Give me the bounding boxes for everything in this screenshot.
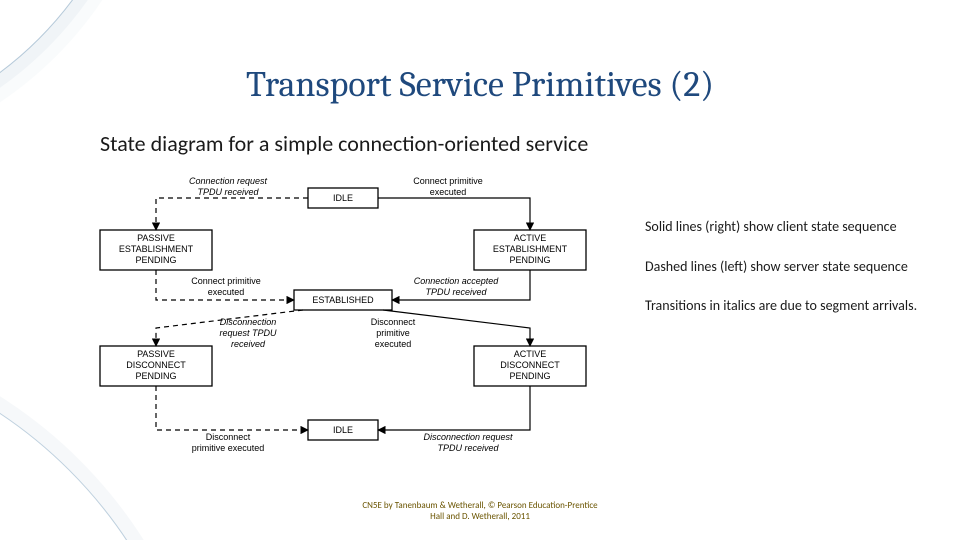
state-passive-est-l3: PENDING: [135, 255, 176, 265]
footer-credit: CN5E by Tanenbaum & Wetherall, © Pearson…: [0, 501, 960, 522]
svg-text:executed: executed: [375, 339, 412, 349]
state-active-disc-l2: DISCONNECT: [500, 360, 560, 370]
svg-text:executed: executed: [430, 187, 467, 197]
note-italics: Transitions in italics are due to segmen…: [645, 297, 935, 315]
state-passive-disc-l1: PASSIVE: [137, 349, 175, 359]
state-idle-top: IDLE: [333, 193, 353, 203]
svg-text:executed: executed: [208, 287, 245, 297]
slide-subtitle: State diagram for a simple connection-or…: [100, 130, 588, 157]
svg-text:received: received: [231, 339, 266, 349]
state-passive-est-l1: PASSIVE: [137, 233, 175, 243]
svg-text:Disconnect: Disconnect: [206, 432, 251, 442]
svg-text:Disconnect: Disconnect: [371, 317, 416, 327]
legend-notes: Solid lines (right) show client state se…: [645, 218, 935, 337]
note-dashed: Dashed lines (left) show server state se…: [645, 258, 935, 276]
state-passive-disc-l3: PENDING: [135, 371, 176, 381]
svg-text:Connection accepted: Connection accepted: [414, 276, 500, 286]
svg-text:TPDU received: TPDU received: [425, 287, 487, 297]
state-diagram: IDLE PASSIVE ESTABLISHMENT PENDING ACTIV…: [78, 170, 616, 460]
state-active-est-l1: ACTIVE: [514, 233, 547, 243]
footer-line2: Hall and D. Wetherall, 2011: [430, 511, 530, 522]
svg-text:Connect primitive: Connect primitive: [413, 176, 483, 186]
state-active-disc-l3: PENDING: [509, 371, 550, 381]
svg-text:Disconnection: Disconnection: [220, 317, 277, 327]
state-established: ESTABLISHED: [312, 295, 374, 305]
state-passive-est-l2: ESTABLISHMENT: [119, 244, 194, 254]
note-solid: Solid lines (right) show client state se…: [645, 218, 935, 236]
svg-text:TPDU received: TPDU received: [197, 187, 259, 197]
svg-text:request TPDU: request TPDU: [219, 328, 277, 338]
state-idle-bottom: IDLE: [333, 425, 353, 435]
state-active-est-l3: PENDING: [509, 255, 550, 265]
svg-text:Connection request: Connection request: [189, 176, 268, 186]
slide-title: Transport Service Primitives (2): [0, 64, 960, 105]
footer-line1: CN5E by Tanenbaum & Wetherall, © Pearson…: [362, 500, 597, 511]
svg-text:TPDU received: TPDU received: [437, 443, 499, 453]
state-active-est-l2: ESTABLISHMENT: [493, 244, 568, 254]
svg-text:primitive executed: primitive executed: [192, 443, 265, 453]
svg-text:Disconnection request: Disconnection request: [423, 432, 513, 442]
svg-text:primitive: primitive: [376, 328, 410, 338]
state-passive-disc-l2: DISCONNECT: [126, 360, 186, 370]
state-active-disc-l1: ACTIVE: [514, 349, 547, 359]
svg-text:Connect primitive: Connect primitive: [191, 276, 261, 286]
